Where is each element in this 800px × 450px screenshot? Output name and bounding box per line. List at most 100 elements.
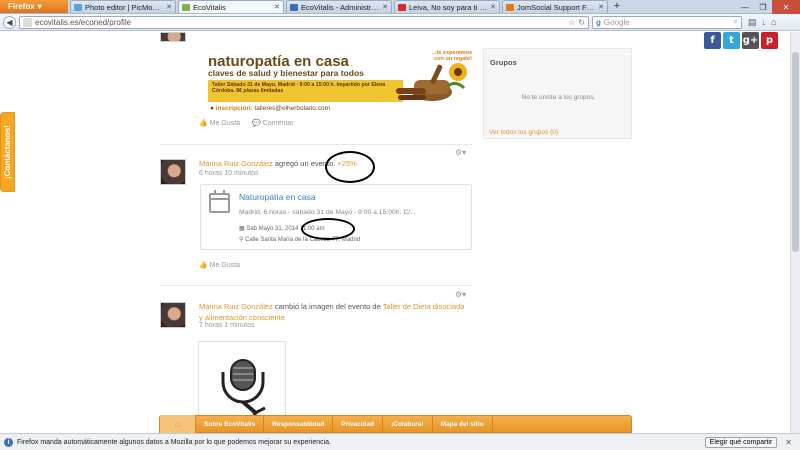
tab-4[interactable]: JomSocial Support Forum - Help for J... … — [502, 0, 608, 13]
tab-2[interactable]: EcoVitalis - Administración - Panel de..… — [286, 0, 392, 13]
tab-title: Leiva, No soy para ti (inédita, acústic.… — [409, 2, 487, 12]
event-date-text: Sáb Mayo 31, 2014 — [246, 226, 299, 232]
download-icon[interactable]: ↓ — [762, 17, 767, 28]
banner-details: Taller Sábado 31 de Mayo, Madrid · 9:00 … — [208, 80, 403, 102]
mortar-herbs-illustration — [396, 63, 467, 101]
groups-heading: Grupos — [490, 58, 517, 67]
site-identity-icon[interactable] — [23, 17, 32, 27]
timestamp: 6 horas 10 minutos — [199, 170, 259, 177]
view-all-groups-link[interactable]: Ver todos los grupos (0) — [489, 129, 558, 136]
inscripcion-email: talleres@elherbolario.com — [254, 105, 331, 112]
feed-divider — [160, 144, 472, 145]
notification-bar: i Firefox manda automáticamente algunos … — [0, 433, 800, 450]
vertical-scrollbar[interactable] — [790, 32, 800, 433]
like-label: Me Gusta — [209, 119, 241, 127]
event-image[interactable] — [198, 341, 286, 421]
footer-link-responsabilidad[interactable]: Responsabilidad — [264, 415, 334, 433]
bookmarks-icon[interactable]: ▤ — [748, 17, 757, 28]
back-button[interactable]: ◀ — [3, 15, 16, 29]
thumbs-up-icon: 👍 — [199, 262, 208, 269]
tab-favicon — [74, 3, 82, 11]
pinterest-icon[interactable]: p — [761, 32, 778, 49]
activity-text: cambió la imagen del evento de — [274, 302, 381, 311]
tab-3[interactable]: Leiva, No soy para ti (inédita, acústic.… — [394, 0, 500, 13]
event-summary: Madrid, 6 horas - sábado 31 de Mayo - 9:… — [239, 209, 416, 216]
avatar[interactable] — [160, 302, 186, 328]
close-tab-icon[interactable]: ✕ — [490, 3, 496, 11]
close-window-icon[interactable]: ✕ — [772, 0, 800, 14]
info-icon: i — [4, 437, 13, 447]
home-icon[interactable]: ⌂ — [160, 415, 196, 433]
reload-icon[interactable]: ↻ — [578, 18, 585, 27]
maximize-icon[interactable]: ❐ — [754, 0, 772, 14]
like-label: Me Gusta — [209, 261, 241, 269]
avatar[interactable] — [160, 159, 186, 185]
tab-favicon — [506, 3, 514, 11]
tab-title: EcoVitalis - Administración - Panel de..… — [301, 2, 380, 12]
tab-title: EcoVitalis — [193, 2, 226, 12]
tab-bar: Firefox ▾ Photo editor | PicMonkey: Free… — [0, 0, 800, 14]
facebook-icon[interactable]: f — [704, 32, 721, 49]
twitter-icon[interactable]: t — [723, 32, 740, 49]
avatar[interactable] — [160, 32, 186, 42]
close-tab-icon[interactable]: ✕ — [598, 3, 604, 11]
close-icon[interactable]: ✕ — [785, 438, 792, 447]
footer-link-colabora[interactable]: ¡Colabora! — [383, 415, 433, 433]
event-banner-image[interactable]: naturopatía en casa claves de salud y bi… — [200, 48, 472, 116]
post-actions: 👍 Me Gusta — [199, 261, 241, 270]
toolbar-icons: ▤ ↓ ⌂ — [748, 17, 776, 28]
comment-icon: 💬 — [252, 120, 261, 127]
timestamp: 7 horas 1 minutos — [199, 322, 255, 329]
close-tab-icon[interactable]: ✕ — [382, 3, 388, 11]
event-card[interactable]: Naturopatía en casa Madrid, 6 horas - sá… — [200, 184, 472, 250]
close-tab-icon[interactable]: ✕ — [274, 3, 280, 11]
home-icon[interactable]: ⌂ — [771, 17, 776, 28]
gear-icon[interactable]: ⚙▾ — [455, 148, 466, 157]
scrollbar-thumb[interactable] — [792, 52, 799, 252]
chevron-down-icon: ▾ — [37, 1, 42, 11]
footer-link-mapa[interactable]: Mapa del sitio — [433, 415, 493, 433]
choose-share-button[interactable]: Elegir qué compartir — [704, 436, 778, 448]
feed-divider — [160, 285, 472, 286]
gear-icon[interactable]: ⚙▾ — [455, 290, 466, 299]
search-input[interactable]: Google — [604, 18, 731, 27]
search-icon[interactable]: ⌕ — [734, 17, 738, 27]
firefox-menu-button[interactable]: Firefox ▾ — [0, 0, 68, 13]
arrow-left-icon: ◀ — [6, 17, 13, 27]
search-bar[interactable]: g Google ⌕ — [592, 15, 742, 29]
banner-inscripcion: ● inscripción: talleres@elherbolario.com — [210, 105, 330, 112]
tab-favicon — [182, 3, 190, 11]
bookmark-star-icon[interactable]: ☆ — [568, 18, 575, 27]
url-text: ecovitalis.es/econed/profile — [35, 17, 132, 27]
new-tab-button[interactable]: + — [611, 1, 623, 13]
footer-toolbar: ⌂ Sobre EcoVitalis Responsabilidad Priva… — [159, 415, 632, 433]
event-title[interactable]: Naturopatía en casa — [239, 192, 316, 202]
footer-link-sobre[interactable]: Sobre EcoVitalis — [196, 415, 265, 433]
firefox-menu-label: Firefox — [8, 1, 35, 11]
contact-tab[interactable]: ¡Contáctanos! — [0, 112, 15, 192]
google-plus-icon[interactable]: g+ — [742, 32, 759, 49]
minimize-icon[interactable]: — — [736, 0, 754, 14]
like-button[interactable]: 👍 Me Gusta — [199, 261, 241, 270]
author-link[interactable]: Marina Ruiz González — [199, 302, 273, 311]
author-link[interactable]: Marina Ruiz González — [199, 159, 273, 168]
thumbs-up-icon: 👍 — [199, 120, 208, 127]
activity-headline: Marina Ruiz González cambió la imagen de… — [199, 301, 469, 323]
close-tab-icon[interactable]: ✕ — [166, 3, 172, 11]
tab-title: Photo editor | PicMonkey: Free Onlin... — [85, 2, 163, 12]
annotation-ellipse — [325, 151, 375, 183]
like-button[interactable]: 👍 Me Gusta — [199, 119, 241, 128]
tab-favicon — [290, 3, 298, 11]
g-icon[interactable]: g — [596, 18, 601, 27]
tab-1[interactable]: EcoVitalis ✕ — [178, 0, 284, 13]
footer-link-privacidad[interactable]: Privacidad — [333, 415, 384, 433]
comment-button[interactable]: 💬 Comentar — [252, 119, 293, 128]
social-links: f t g+ p — [704, 32, 778, 49]
post-actions: 👍 Me Gusta 💬 Comentar — [199, 119, 294, 128]
url-bar[interactable]: ecovitalis.es/econed/profile ☆ ↻ — [19, 15, 589, 29]
microphone-icon — [221, 359, 266, 416]
calendar-small-icon: ▦ — [239, 226, 245, 232]
tab-0[interactable]: Photo editor | PicMonkey: Free Onlin... … — [70, 0, 176, 13]
tab-favicon — [398, 3, 406, 11]
banner-subtitle: claves de salud y bienestar para todos — [208, 68, 364, 78]
